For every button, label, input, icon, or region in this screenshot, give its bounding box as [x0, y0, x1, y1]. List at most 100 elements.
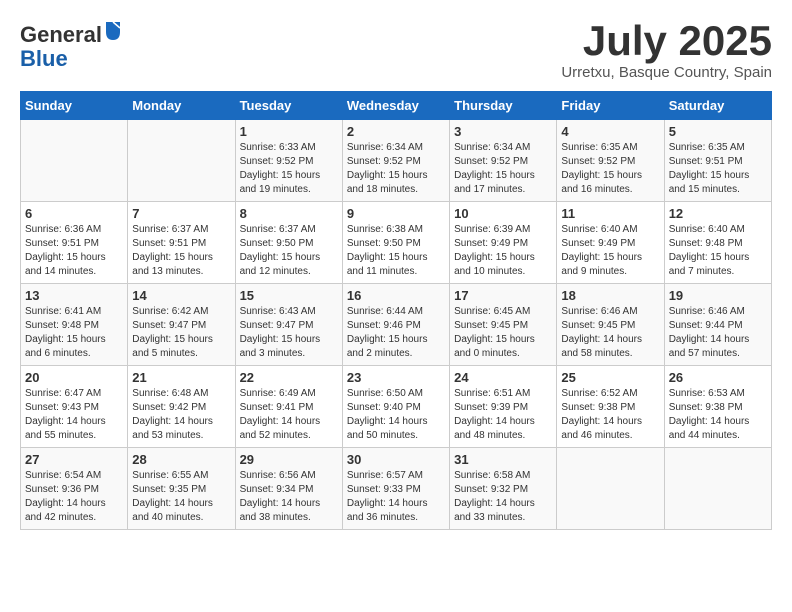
day-info: Sunrise: 6:56 AMSunset: 9:34 PMDaylight:… — [240, 469, 338, 525]
day-number: 26 — [669, 370, 767, 385]
day-info: Sunrise: 6:45 AMSunset: 9:45 PMDaylight:… — [454, 305, 552, 361]
location-subtitle: Urretxu, Basque Country, Spain — [561, 64, 772, 81]
calendar-cell: 10Sunrise: 6:39 AMSunset: 9:49 PMDayligh… — [450, 202, 557, 284]
calendar-cell: 19 Sunrise: 6:46 AMSunset: 9:44 PMDayligh… — [664, 284, 771, 366]
calendar-cell: 17 Sunrise: 6:45 AMSunset: 9:45 PMDayligh… — [450, 284, 557, 366]
day-info: Sunrise: 6:57 AMSunset: 9:33 PMDaylight:… — [347, 469, 445, 525]
title-block: July 2025 Urretxu, Basque Country, Spain — [561, 20, 772, 81]
day-info: Sunrise: 6:34 AMSunset: 9:52 PMDaylight:… — [347, 141, 445, 197]
day-number: 21 — [132, 370, 230, 385]
day-number: 20 — [25, 370, 123, 385]
calendar-cell — [128, 120, 235, 202]
day-info: Sunrise: 6:51 AMSunset: 9:39 PMDaylight:… — [454, 387, 552, 443]
day-info: Sunrise: 6:48 AMSunset: 9:42 PMDaylight:… — [132, 387, 230, 443]
logo-icon — [104, 20, 122, 42]
day-number: 25 — [561, 370, 659, 385]
calendar-cell: 20 Sunrise: 6:47 AMSunset: 9:43 PMDayligh… — [21, 366, 128, 448]
day-info: Sunrise: 6:40 AMSunset: 9:49 PMDaylight:… — [561, 223, 659, 279]
day-info: Sunrise: 6:46 AMSunset: 9:44 PMDaylight:… — [669, 305, 767, 361]
weekday-header: Monday — [128, 92, 235, 120]
day-number: 9 — [347, 206, 445, 221]
calendar-cell: 12Sunrise: 6:40 AMSunset: 9:48 PMDayligh… — [664, 202, 771, 284]
day-info: Sunrise: 6:42 AMSunset: 9:47 PMDaylight:… — [132, 305, 230, 361]
day-info: Sunrise: 6:41 AMSunset: 9:48 PMDaylight:… — [25, 305, 123, 361]
weekday-header: Wednesday — [342, 92, 449, 120]
day-number: 18 — [561, 288, 659, 303]
calendar-cell — [557, 448, 664, 530]
calendar-week-row: 13 Sunrise: 6:41 AMSunset: 9:48 PMDayligh… — [21, 284, 772, 366]
day-number: 14 — [132, 288, 230, 303]
day-number: 7 — [132, 206, 230, 221]
logo: General Blue — [20, 20, 122, 71]
weekday-header: Sunday — [21, 92, 128, 120]
day-info: Sunrise: 6:53 AMSunset: 9:38 PMDaylight:… — [669, 387, 767, 443]
day-info: Sunrise: 6:34 AMSunset: 9:52 PMDaylight:… — [454, 141, 552, 197]
page-header: General Blue July 2025 Urretxu, Basque C… — [20, 20, 772, 81]
day-info: Sunrise: 6:47 AMSunset: 9:43 PMDaylight:… — [25, 387, 123, 443]
day-number: 15 — [240, 288, 338, 303]
logo-blue: Blue — [20, 46, 68, 71]
logo-general: General — [20, 22, 102, 47]
day-number: 8 — [240, 206, 338, 221]
day-number: 19 — [669, 288, 767, 303]
calendar-cell — [664, 448, 771, 530]
day-number: 3 — [454, 124, 552, 139]
calendar-cell: 13 Sunrise: 6:41 AMSunset: 9:48 PMDayligh… — [21, 284, 128, 366]
day-info: Sunrise: 6:44 AMSunset: 9:46 PMDaylight:… — [347, 305, 445, 361]
day-info: Sunrise: 6:33 AMSunset: 9:52 PMDaylight:… — [240, 141, 338, 197]
calendar-cell: 1 Sunrise: 6:33 AMSunset: 9:52 PMDaylight… — [235, 120, 342, 202]
day-info: Sunrise: 6:46 AMSunset: 9:45 PMDaylight:… — [561, 305, 659, 361]
calendar-table: SundayMondayTuesdayWednesdayThursdayFrid… — [20, 91, 772, 530]
weekday-header: Tuesday — [235, 92, 342, 120]
day-info: Sunrise: 6:54 AMSunset: 9:36 PMDaylight:… — [25, 469, 123, 525]
day-number: 10 — [454, 206, 552, 221]
day-info: Sunrise: 6:52 AMSunset: 9:38 PMDaylight:… — [561, 387, 659, 443]
calendar-cell: 25 Sunrise: 6:52 AMSunset: 9:38 PMDayligh… — [557, 366, 664, 448]
calendar-cell: 2 Sunrise: 6:34 AMSunset: 9:52 PMDaylight… — [342, 120, 449, 202]
calendar-cell: 3 Sunrise: 6:34 AMSunset: 9:52 PMDaylight… — [450, 120, 557, 202]
month-title: July 2025 — [561, 20, 772, 62]
calendar-cell: 27 Sunrise: 6:54 AMSunset: 9:36 PMDayligh… — [21, 448, 128, 530]
calendar-cell: 21 Sunrise: 6:48 AMSunset: 9:42 PMDayligh… — [128, 366, 235, 448]
calendar-cell: 30 Sunrise: 6:57 AMSunset: 9:33 PMDayligh… — [342, 448, 449, 530]
calendar-cell: 23 Sunrise: 6:50 AMSunset: 9:40 PMDayligh… — [342, 366, 449, 448]
day-number: 1 — [240, 124, 338, 139]
day-info: Sunrise: 6:55 AMSunset: 9:35 PMDaylight:… — [132, 469, 230, 525]
day-number: 31 — [454, 452, 552, 467]
calendar-cell: 6 Sunrise: 6:36 AMSunset: 9:51 PMDaylight… — [21, 202, 128, 284]
day-number: 29 — [240, 452, 338, 467]
calendar-week-row: 27 Sunrise: 6:54 AMSunset: 9:36 PMDayligh… — [21, 448, 772, 530]
day-info: Sunrise: 6:36 AMSunset: 9:51 PMDaylight:… — [25, 223, 123, 279]
day-number: 27 — [25, 452, 123, 467]
weekday-header-row: SundayMondayTuesdayWednesdayThursdayFrid… — [21, 92, 772, 120]
calendar-cell: 28Sunrise: 6:55 AMSunset: 9:35 PMDayligh… — [128, 448, 235, 530]
day-number: 6 — [25, 206, 123, 221]
calendar-cell: 26 Sunrise: 6:53 AMSunset: 9:38 PMDayligh… — [664, 366, 771, 448]
day-number: 2 — [347, 124, 445, 139]
day-info: Sunrise: 6:50 AMSunset: 9:40 PMDaylight:… — [347, 387, 445, 443]
calendar-cell: 24 Sunrise: 6:51 AMSunset: 9:39 PMDayligh… — [450, 366, 557, 448]
day-number: 17 — [454, 288, 552, 303]
calendar-cell: 14 Sunrise: 6:42 AMSunset: 9:47 PMDayligh… — [128, 284, 235, 366]
calendar-week-row: 1 Sunrise: 6:33 AMSunset: 9:52 PMDaylight… — [21, 120, 772, 202]
day-info: Sunrise: 6:38 AMSunset: 9:50 PMDaylight:… — [347, 223, 445, 279]
calendar-cell: 31 Sunrise: 6:58 AMSunset: 9:32 PMDayligh… — [450, 448, 557, 530]
calendar-cell: 9 Sunrise: 6:38 AMSunset: 9:50 PMDaylight… — [342, 202, 449, 284]
calendar-week-row: 6 Sunrise: 6:36 AMSunset: 9:51 PMDaylight… — [21, 202, 772, 284]
calendar-cell: 29 Sunrise: 6:56 AMSunset: 9:34 PMDayligh… — [235, 448, 342, 530]
day-number: 13 — [25, 288, 123, 303]
day-number: 5 — [669, 124, 767, 139]
day-info: Sunrise: 6:58 AMSunset: 9:32 PMDaylight:… — [454, 469, 552, 525]
day-number: 11 — [561, 206, 659, 221]
day-info: Sunrise: 6:37 AMSunset: 9:51 PMDaylight:… — [132, 223, 230, 279]
day-info: Sunrise: 6:35 AMSunset: 9:51 PMDaylight:… — [669, 141, 767, 197]
day-number: 22 — [240, 370, 338, 385]
day-info: Sunrise: 6:40 AMSunset: 9:48 PMDaylight:… — [669, 223, 767, 279]
day-number: 24 — [454, 370, 552, 385]
day-number: 30 — [347, 452, 445, 467]
calendar-cell: 5 Sunrise: 6:35 AMSunset: 9:51 PMDaylight… — [664, 120, 771, 202]
day-number: 23 — [347, 370, 445, 385]
day-number: 16 — [347, 288, 445, 303]
day-info: Sunrise: 6:35 AMSunset: 9:52 PMDaylight:… — [561, 141, 659, 197]
calendar-cell: 22Sunrise: 6:49 AMSunset: 9:41 PMDayligh… — [235, 366, 342, 448]
